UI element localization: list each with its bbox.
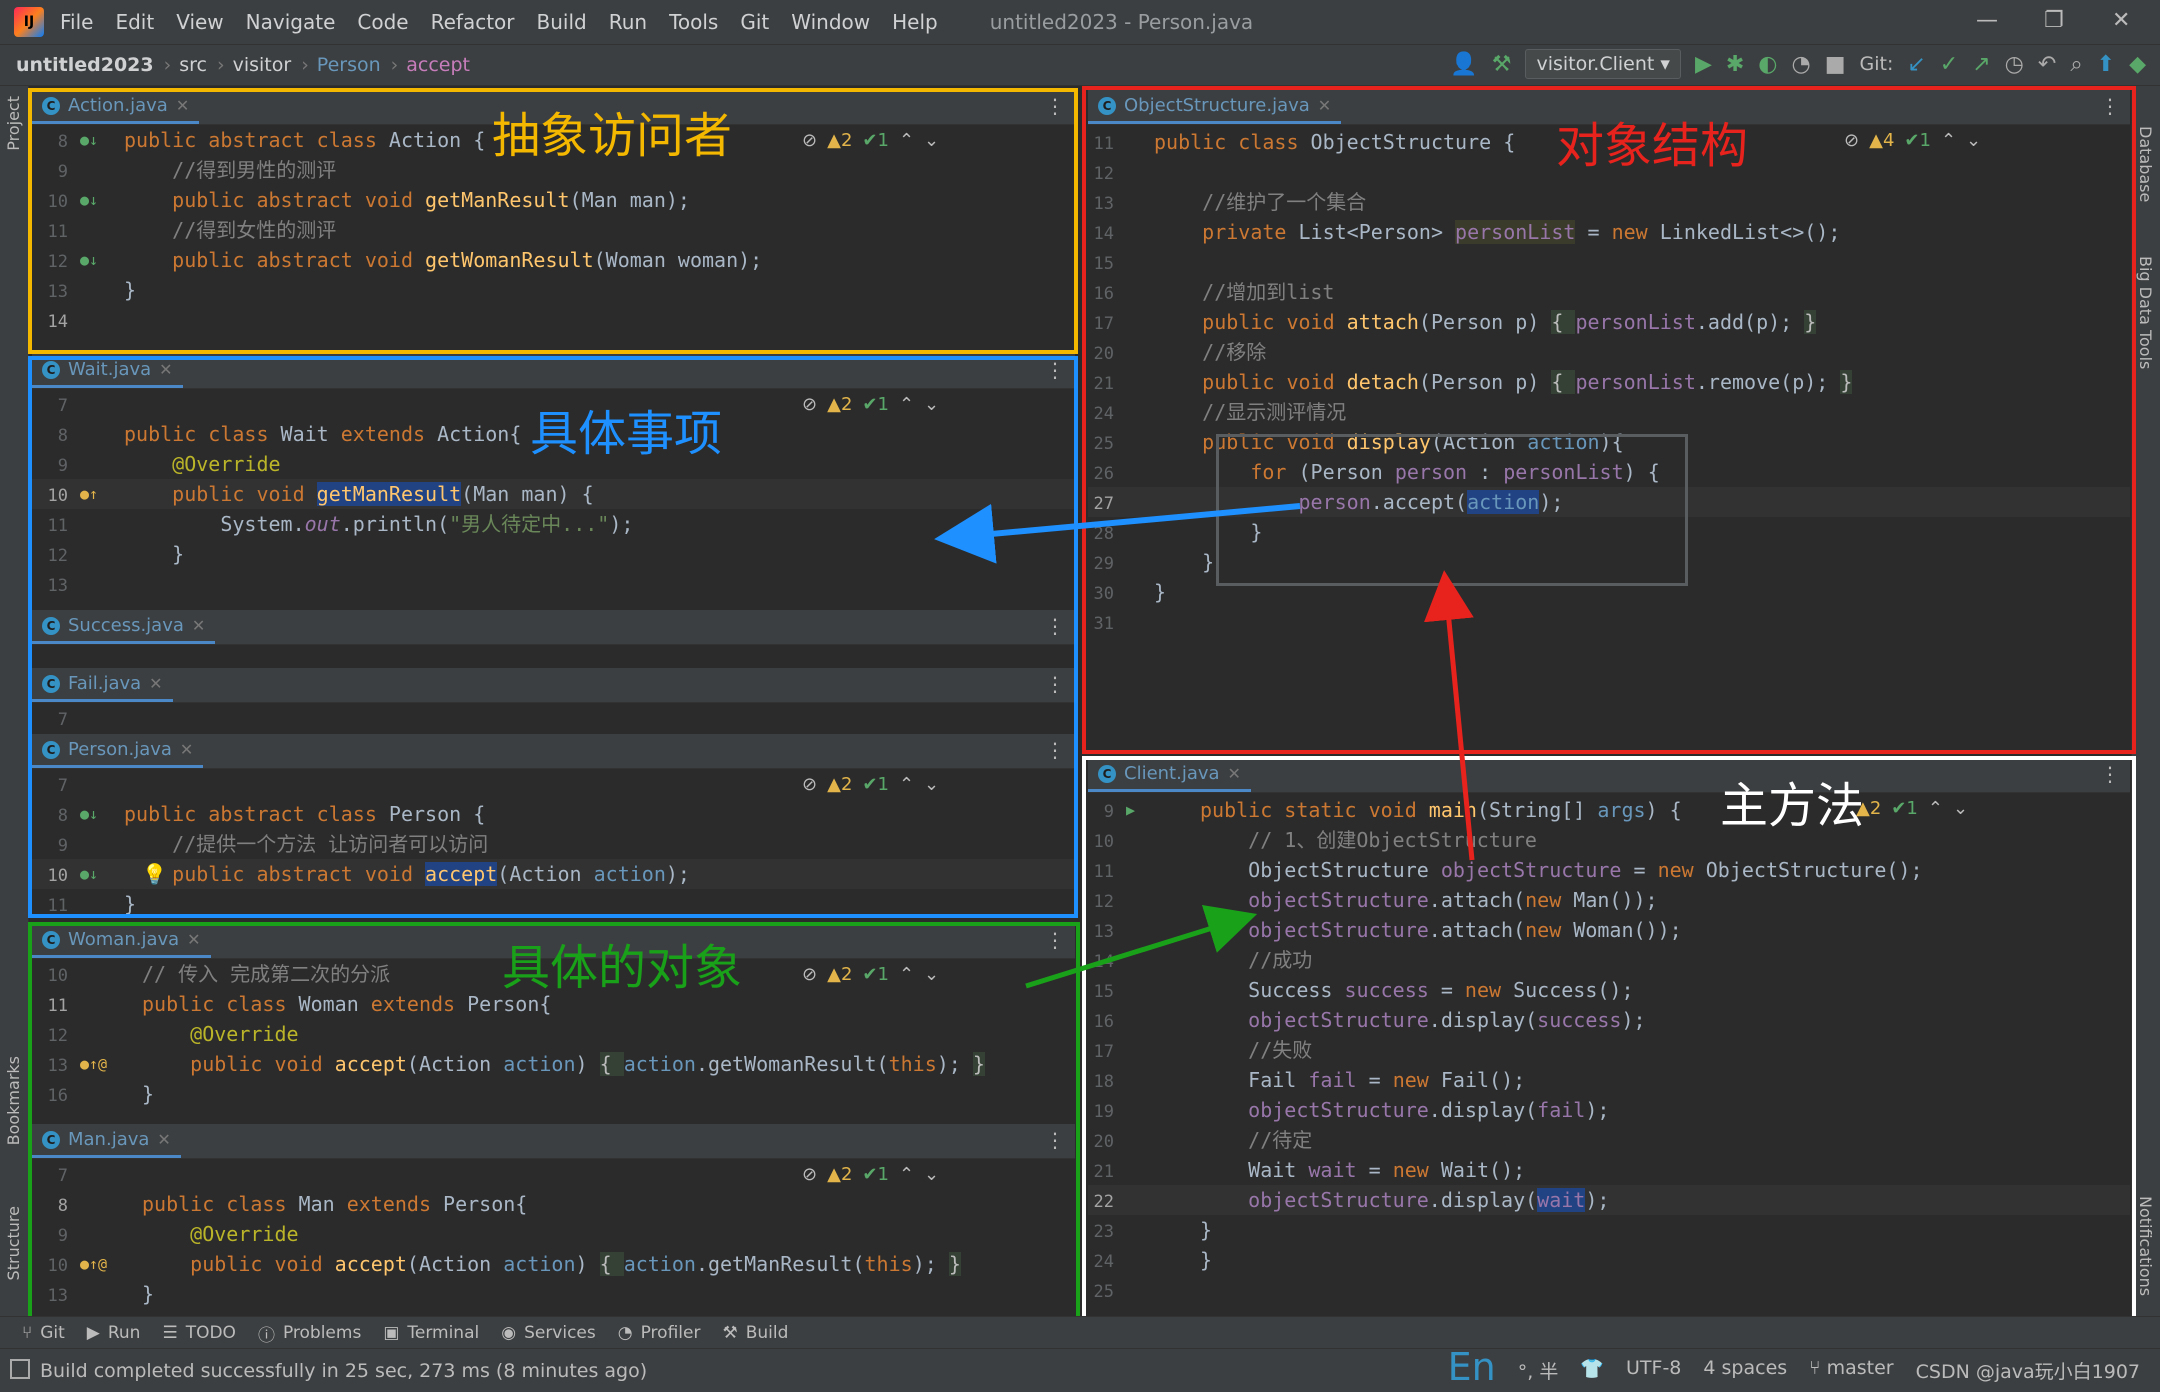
todo-tool-label: TODO — [185, 1323, 236, 1343]
build-tool-label: Build — [745, 1323, 789, 1343]
git-branch-icon: ⑂ — [22, 1323, 33, 1343]
menu-code[interactable]: Code — [357, 10, 408, 34]
label-concrete-object: 具体的对象 — [502, 940, 743, 996]
profile-icon[interactable]: ◔ — [1792, 52, 1811, 77]
chevron-right-icon: › — [216, 54, 225, 76]
menu-tools[interactable]: Tools — [669, 10, 718, 34]
branch-label: master — [1826, 1357, 1894, 1379]
git-label: Git: — [1859, 53, 1894, 75]
chevron-right-icon: › — [390, 54, 399, 76]
chevron-right-icon: › — [163, 54, 172, 76]
label-concrete-item: 具体事项 — [530, 406, 723, 462]
breadcrumb-src[interactable]: src — [179, 54, 207, 76]
menu-run[interactable]: Run — [609, 10, 647, 34]
breadcrumb-class[interactable]: Person — [317, 54, 381, 76]
coverage-icon[interactable]: ◐ — [1758, 52, 1777, 77]
problems-tool-button[interactable]: ⓘ Problems — [258, 1321, 361, 1346]
run-config-select[interactable]: visitor.Client ▾ — [1525, 49, 1681, 79]
problems-tool-label: Problems — [282, 1323, 362, 1343]
git-update-icon[interactable]: ↙ — [1907, 52, 1925, 77]
main-toolbar: 👤 ⚒ visitor.Client ▾ ▶ ✱ ◐ ◔ ■ Git: ↙ ✓ … — [1450, 49, 2146, 79]
rollback-icon[interactable]: ↶ — [2038, 52, 2056, 77]
menu-git[interactable]: Git — [740, 10, 769, 34]
build-hammer-icon[interactable]: ⚒ — [1492, 52, 1512, 77]
status-bar: Build completed successfully in 25 sec, … — [0, 1345, 2160, 1392]
restore-icon[interactable]: ❐ — [2044, 8, 2064, 33]
services-tool-button[interactable]: ◉ Services — [501, 1323, 596, 1343]
bigdata-tool-tab[interactable]: Big Data Tools — [2136, 256, 2155, 369]
menu-edit[interactable]: Edit — [115, 10, 154, 34]
label-main-method: 主方法 — [1720, 778, 1865, 834]
label-abstract-visitor: 抽象访问者 — [492, 108, 733, 164]
ime-extra: °, 半 — [1517, 1361, 1559, 1383]
git-push-icon[interactable]: ↗ — [1972, 52, 1990, 77]
run-tool-button[interactable]: ▶ Run — [87, 1323, 141, 1343]
status-widgets: En °, 半 👕 UTF-8 4 spaces ⑂ master CSDN @… — [1448, 1345, 2140, 1389]
breadcrumb: untitled2023 › src › visitor › Person › … — [0, 44, 2160, 86]
frame-main-method — [1082, 756, 2136, 1320]
plugin-icon[interactable]: ◆ — [2129, 52, 2146, 77]
menu-window[interactable]: Window — [791, 10, 870, 34]
minimize-icon[interactable]: — — [1976, 8, 1998, 33]
menu-navigate[interactable]: Navigate — [246, 10, 336, 34]
left-tool-strip: Project Bookmarks Structure — [0, 86, 29, 1316]
run-icon[interactable]: ▶ — [1695, 52, 1712, 77]
search-icon[interactable]: ⌕ — [2070, 52, 2082, 77]
label-object-structure: 对象结构 — [1556, 118, 1749, 174]
menu-file[interactable]: File — [60, 10, 93, 34]
bottom-tool-bar: ⑂ Git ▶ Run ☰ TODO ⓘ Problems ▣ Terminal ◉ Ser… — [0, 1316, 2160, 1349]
profiler-icon: ◔ — [617, 1323, 633, 1343]
services-icon: ◉ — [501, 1323, 517, 1343]
run-tool-label: Run — [107, 1323, 141, 1343]
terminal-icon: ▣ — [383, 1323, 400, 1343]
terminal-tool-button[interactable]: ▣ Terminal — [383, 1323, 479, 1343]
indent-widget[interactable]: 4 spaces — [1703, 1357, 1787, 1389]
breadcrumb-method[interactable]: accept — [406, 54, 470, 76]
menu-view[interactable]: View — [176, 10, 223, 34]
breadcrumb-project[interactable]: untitled2023 — [16, 54, 154, 76]
profiler-tool-label: Profiler — [640, 1323, 701, 1343]
status-message: Build completed successfully in 25 sec, … — [40, 1359, 648, 1382]
git-commit-icon[interactable]: ✓ — [1940, 52, 1958, 77]
build-tool-button[interactable]: ⚒ Build — [722, 1323, 788, 1343]
structure-tool-tab[interactable]: Structure — [4, 1206, 23, 1280]
close-icon[interactable]: ✕ — [2112, 8, 2130, 33]
status-toggle-icon[interactable] — [10, 1359, 30, 1379]
update-icon[interactable]: ⬆ — [2097, 52, 2115, 77]
todo-tool-button[interactable]: ☰ TODO — [162, 1323, 236, 1343]
database-tool-tab[interactable]: Database — [2136, 126, 2155, 202]
debug-icon[interactable]: ✱ — [1726, 52, 1744, 77]
menu-refactor[interactable]: Refactor — [431, 10, 515, 34]
breadcrumb-package[interactable]: visitor — [233, 54, 292, 76]
frame-object-structure — [1082, 86, 2136, 754]
history-icon[interactable]: ◷ — [2005, 52, 2024, 77]
list-icon: ☰ — [162, 1323, 178, 1343]
encoding-widget[interactable]: UTF-8 — [1626, 1357, 1681, 1389]
stop-icon[interactable]: ■ — [1825, 52, 1846, 77]
menu-bar: IJ File Edit View Navigate Code Refactor… — [0, 0, 2160, 44]
csdn-watermark: CSDN @java玩小白1907 — [1915, 1361, 2140, 1383]
git-tool-label: Git — [40, 1323, 65, 1343]
window-title: untitled2023 - Person.java — [989, 10, 1254, 34]
menu-build[interactable]: Build — [537, 10, 587, 34]
project-tool-tab[interactable]: Project — [4, 96, 23, 151]
profiler-tool-button[interactable]: ◔ Profiler — [618, 1323, 701, 1343]
shirt-icon: 👕 — [1580, 1358, 1604, 1380]
user-icon[interactable]: 👤 — [1450, 52, 1477, 77]
bookmarks-tool-tab[interactable]: Bookmarks — [4, 1056, 23, 1145]
services-tool-label: Services — [524, 1323, 596, 1343]
intellij-logo-icon: IJ — [14, 7, 44, 37]
info-icon: ⓘ — [257, 1325, 275, 1346]
ime-indicator[interactable]: En — [1448, 1345, 1496, 1389]
notifications-tool-tab[interactable]: Notifications — [2136, 1196, 2155, 1296]
run-icon: ▶ — [86, 1323, 100, 1343]
git-tool-button[interactable]: ⑂ Git — [22, 1323, 65, 1343]
chevron-right-icon: › — [301, 54, 309, 76]
terminal-tool-label: Terminal — [407, 1323, 480, 1343]
menu-help[interactable]: Help — [892, 10, 938, 34]
branch-widget[interactable]: ⑂ master — [1809, 1357, 1893, 1389]
hammer-icon: ⚒ — [722, 1323, 738, 1343]
run-config-label: visitor.Client — [1536, 53, 1655, 75]
